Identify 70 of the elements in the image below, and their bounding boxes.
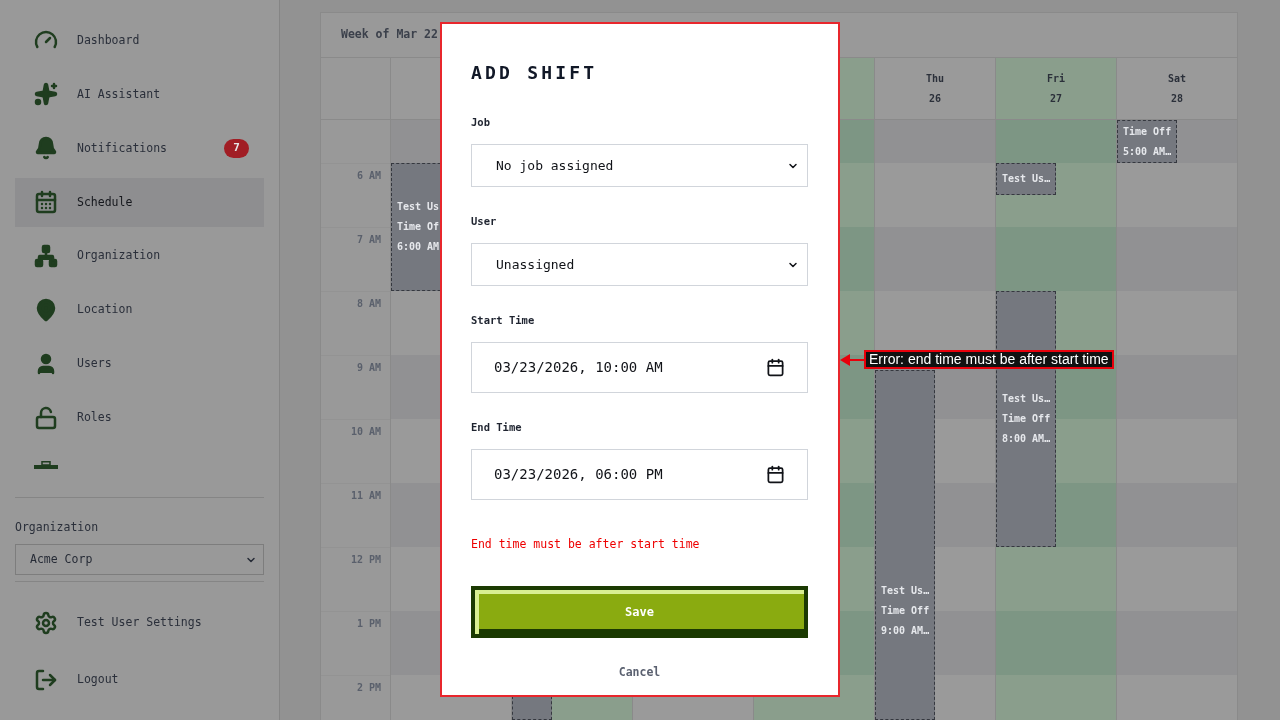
day-date: 27 [1049,91,1062,106]
map-pin-icon [34,298,58,322]
sidebar-item[interactable]: Organization [15,231,264,281]
calendar-icon[interactable] [766,358,785,377]
arrow-icon [840,353,864,366]
time-label: 12 PM [350,554,381,567]
calendar-icon[interactable] [766,465,785,484]
unread-count: 7 [224,138,249,158]
tray-icon [34,461,58,470]
sidebar-item[interactable]: AI Assistant [15,69,264,119]
sidebar-item[interactable]: Logout [15,654,264,706]
padlock-icon [34,405,58,430]
time-label: 7 AM [356,234,381,247]
datetime-field[interactable]: 03/23/2026, 10:00 AM [471,342,808,393]
select-field[interactable]: Unassigned [471,243,808,286]
calendar-icon [34,190,58,215]
day-name: Fri [1046,71,1066,86]
cancel-button[interactable]: Cancel [618,664,661,680]
event-text: 5:00 AM… [1123,144,1173,159]
field-label: User [471,214,498,229]
event-text: 6:00 AM [397,240,441,254]
event-text: Test Us… [1002,172,1052,186]
time-label: 11 AM [350,490,381,503]
time-label: 9 AM [356,362,381,375]
day-name: Sat [1167,71,1187,86]
day-date: 28 [1170,91,1183,106]
error-message: End time must be after start time [471,536,701,552]
sparkle-icon [34,82,58,107]
sidebar-item[interactable]: Schedule [15,177,264,227]
sidebar-item[interactable]: Dashboard [15,16,264,65]
time-label: 2 PM [356,682,381,695]
org-chart-icon [34,244,58,269]
time-label: 1 PM [356,618,381,631]
event-text: Test Us… [1002,392,1052,406]
select-field[interactable]: No job assigned [471,144,808,187]
datetime-field[interactable]: 03/23/2026, 06:00 PM [471,449,808,500]
time-label: 8 AM [356,298,381,311]
event-block[interactable]: Test Us… [996,163,1056,195]
week-title: Week of Mar 22 [341,26,438,44]
sidebar-item[interactable]: Test User Settings [15,597,264,649]
bell-icon [34,136,58,161]
field-label: End Time [471,420,523,435]
sidebar-item[interactable]: Users [15,339,264,389]
event-text: 9:00 AM… [881,624,931,638]
sidebar-item[interactable]: Notifications 7 [15,123,264,173]
organization-select[interactable]: Acme Corp [15,544,264,575]
event-text: Time Off [1123,124,1173,139]
field-label: Organization [15,520,100,534]
event-block[interactable]: Time Off 5:00 AM… [1117,120,1177,163]
sidebar-item[interactable]: Roles [15,393,264,443]
event-block[interactable]: Test Us… Time Off 9:00 AM… [875,370,935,720]
sidebar-item[interactable]: Location [15,285,264,335]
time-label: 10 AM [350,426,381,439]
logout-icon [34,668,58,692]
event-text: 8:00 AM… [1002,432,1052,446]
event-text: Time Off [881,604,931,618]
settings-icon [34,611,58,635]
event-text: Time Off [1002,412,1052,426]
day-date: 26 [928,91,941,106]
event-text: Time Of [397,220,441,234]
dialog-title: ADD SHIFT [471,63,599,83]
day-name: Thu [925,71,945,86]
time-label: 6 AM [356,170,381,183]
save-button[interactable]: Save [471,586,808,638]
error-callout: Error: end time must be after start time [864,350,1114,369]
field-label: Job [471,115,491,130]
day-column[interactable]: Time Off 5:00 AM… [1117,120,1237,720]
event-text: Test Us… [881,584,931,598]
event-text: Test Us [397,200,441,214]
field-label: Start Time [471,313,536,328]
